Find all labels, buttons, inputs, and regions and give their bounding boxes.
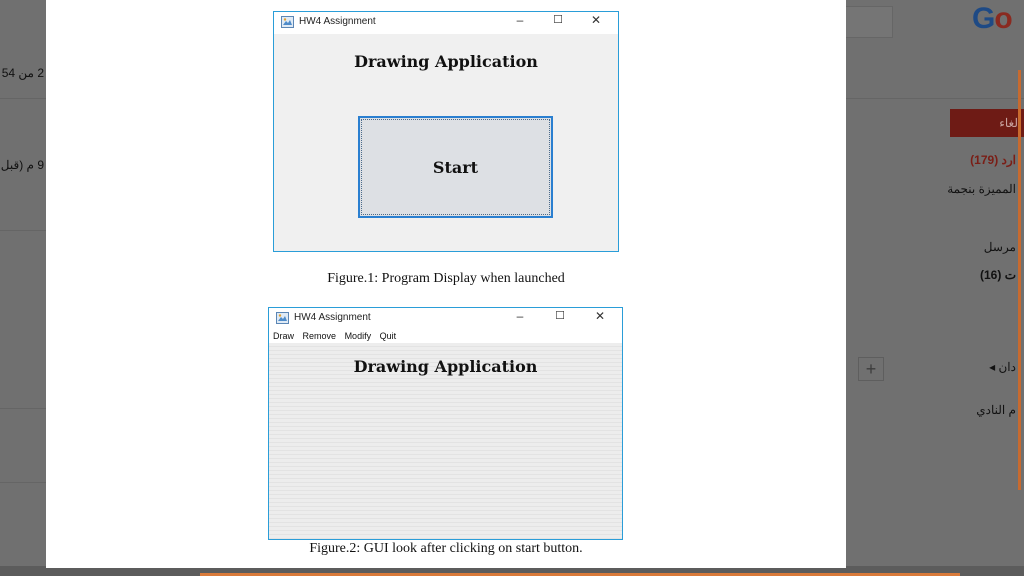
- background-left-panel: 2 من 54 9 م (قبل: [0, 0, 46, 576]
- starred-link[interactable]: المميزة بنجمة: [947, 182, 1016, 196]
- divider: [0, 408, 46, 409]
- figure2-window: HW4 Assignment – ☐ ✕ Draw Remove Modify …: [268, 307, 623, 540]
- minimize-icon[interactable]: –: [503, 309, 537, 329]
- app-title: Drawing Application: [353, 357, 538, 376]
- divider: [0, 482, 46, 483]
- timestamp-text: 9 م (قبل: [0, 158, 44, 172]
- title-bar: HW4 Assignment – ☐ ✕: [274, 12, 618, 34]
- close-icon[interactable]: ✕: [579, 13, 613, 33]
- window-title: HW4 Assignment: [294, 312, 371, 323]
- scroll-indicator: [1018, 70, 1021, 490]
- divider: [0, 230, 46, 231]
- app-title: Drawing Application: [354, 52, 538, 71]
- drafts-link[interactable]: ت (16): [980, 268, 1016, 282]
- java-app-icon: [281, 16, 294, 28]
- document-page: HW4 Assignment – ☐ ✕ Drawing Application…: [46, 0, 846, 568]
- sent-link[interactable]: مرسل: [984, 240, 1016, 254]
- background-right-panel: Go لغاء ارد (179) المميزة بنجمة مرسل ت (…: [846, 0, 1024, 576]
- menu-bar: Draw Remove Modify Quit: [269, 330, 622, 343]
- pagination-text: 2 من 54: [1, 66, 44, 80]
- inbox-link[interactable]: ارد (179): [970, 153, 1016, 167]
- label-item[interactable]: م النادي: [976, 403, 1016, 417]
- figure1-window: HW4 Assignment – ☐ ✕ Drawing Application…: [273, 11, 619, 252]
- cancel-button[interactable]: لغاء: [950, 109, 1024, 137]
- menu-quit[interactable]: Quit: [380, 331, 397, 341]
- labels-heading[interactable]: دان ◂: [989, 360, 1016, 374]
- search-input[interactable]: [846, 6, 893, 38]
- add-label-button[interactable]: +: [858, 357, 884, 381]
- window-title: HW4 Assignment: [299, 16, 376, 27]
- maximize-icon[interactable]: ☐: [541, 13, 575, 33]
- divider: [0, 98, 46, 99]
- java-app-icon: [276, 312, 289, 324]
- start-button[interactable]: Start: [358, 116, 553, 218]
- title-bar: HW4 Assignment – ☐ ✕: [269, 308, 622, 330]
- menu-modify[interactable]: Modify: [345, 331, 372, 341]
- minimize-icon[interactable]: –: [503, 13, 537, 33]
- logo: Go: [972, 2, 1013, 35]
- menu-draw[interactable]: Draw: [273, 331, 294, 341]
- maximize-icon[interactable]: ☐: [543, 309, 577, 329]
- figure2-caption: Figure.2: GUI look after clicking on sta…: [309, 541, 583, 556]
- divider: [846, 98, 1024, 99]
- figure1-caption: Figure.1: Program Display when launched: [327, 271, 565, 286]
- close-icon[interactable]: ✕: [583, 309, 617, 329]
- menu-remove[interactable]: Remove: [303, 331, 337, 341]
